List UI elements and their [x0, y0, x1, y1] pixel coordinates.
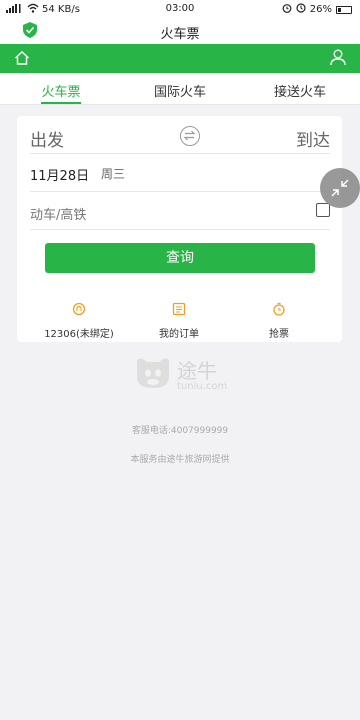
- departure-weekday: 周三: [101, 167, 126, 181]
- shortcut-grab-ticket[interactable]: 抢票: [234, 301, 324, 340]
- floating-collapse-button[interactable]: [320, 168, 360, 208]
- tab-train-tickets[interactable]: 火车票: [41, 81, 81, 104]
- departure-date: 11月28日: [30, 169, 90, 184]
- collapse-arrows-icon: [331, 179, 349, 197]
- service-provider-note: 本服务由途牛旅游网提供: [130, 455, 230, 465]
- route-row: 出发 到达: [30, 124, 330, 154]
- home-icon[interactable]: [14, 50, 30, 70]
- tab-bar: 火车票 国际火车 接送火车: [0, 73, 360, 105]
- app-title-bar: 火车票: [0, 18, 360, 44]
- search-button[interactable]: 查询: [45, 243, 315, 273]
- arrival-field[interactable]: 到达: [296, 126, 330, 151]
- shortcut-12306[interactable]: 12306(未绑定): [34, 301, 124, 340]
- tuniu-logo: 途牛 tuniu.com: [134, 355, 234, 395]
- battery-percent: 26%: [309, 4, 332, 15]
- status-bar: 54 KB/s 03:00 26%: [0, 0, 360, 18]
- brand-name-cn: 途牛: [177, 359, 217, 383]
- user-icon[interactable]: [330, 49, 346, 70]
- search-card: 出发 到达 11月28日 周三 动车/高铁 查询 12306(未绑定) 我的订单…: [17, 116, 342, 342]
- date-row[interactable]: 11月28日 周三: [30, 154, 330, 192]
- shortcut-grab-ticket-label: 抢票: [269, 329, 289, 340]
- train-type-row: 动车/高铁: [30, 192, 330, 230]
- header-bar: [0, 44, 360, 73]
- tab-international-trains[interactable]: 国际火车: [152, 81, 208, 100]
- 12306-icon: [34, 301, 124, 320]
- battery-icon: [336, 5, 352, 14]
- timer-icon: [234, 301, 324, 320]
- tab-transfer-trains[interactable]: 接送火车: [272, 81, 328, 100]
- clock-icon: [296, 3, 306, 16]
- alarm-icon: [282, 3, 292, 16]
- shortcut-my-orders[interactable]: 我的订单: [134, 301, 224, 340]
- shortcut-my-orders-label: 我的订单: [159, 329, 199, 340]
- tuniu-cow-icon: [136, 358, 170, 388]
- page-title: 火车票: [160, 27, 200, 42]
- brand-name-en: tuniu.com: [177, 381, 228, 392]
- order-icon: [134, 301, 224, 320]
- customer-service-phone: 客服电话:4007999999: [131, 426, 229, 436]
- departure-field[interactable]: 出发: [30, 126, 64, 151]
- high-speed-label: 动车/高铁: [30, 208, 87, 223]
- shortcut-12306-label: 12306(未绑定): [44, 329, 114, 340]
- swap-stations-icon[interactable]: [180, 126, 200, 146]
